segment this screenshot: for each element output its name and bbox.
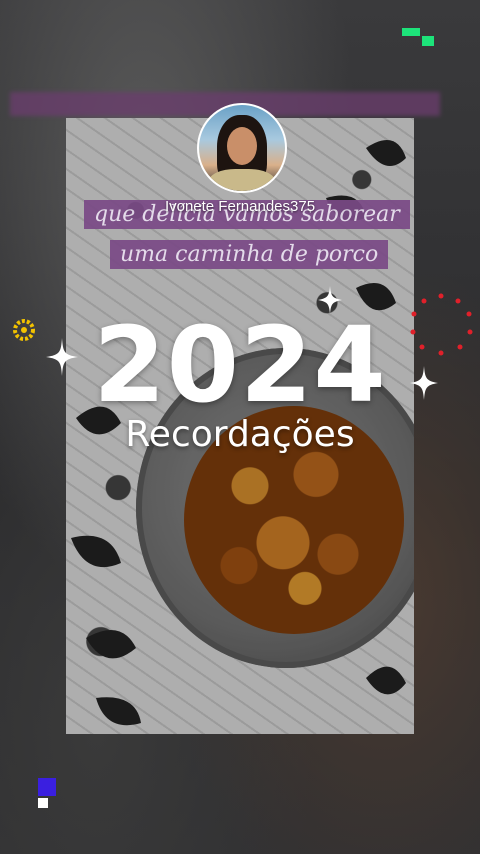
yellow-ring-icon: [13, 319, 35, 341]
sparkle-icon: [318, 286, 342, 314]
username[interactable]: Ivonete Fernandes375: [0, 198, 480, 215]
red-dot-ring-icon: [410, 293, 473, 356]
caption-line-2: uma carninha de porco: [110, 240, 389, 269]
sparkle-icon: [46, 338, 78, 376]
avatar[interactable]: [197, 103, 287, 193]
sparkle-icon: [410, 366, 438, 400]
memories-subtitle: Recordações: [125, 414, 355, 455]
brand-logo-icon: [402, 28, 434, 48]
brand-logo-icon: [38, 778, 58, 808]
